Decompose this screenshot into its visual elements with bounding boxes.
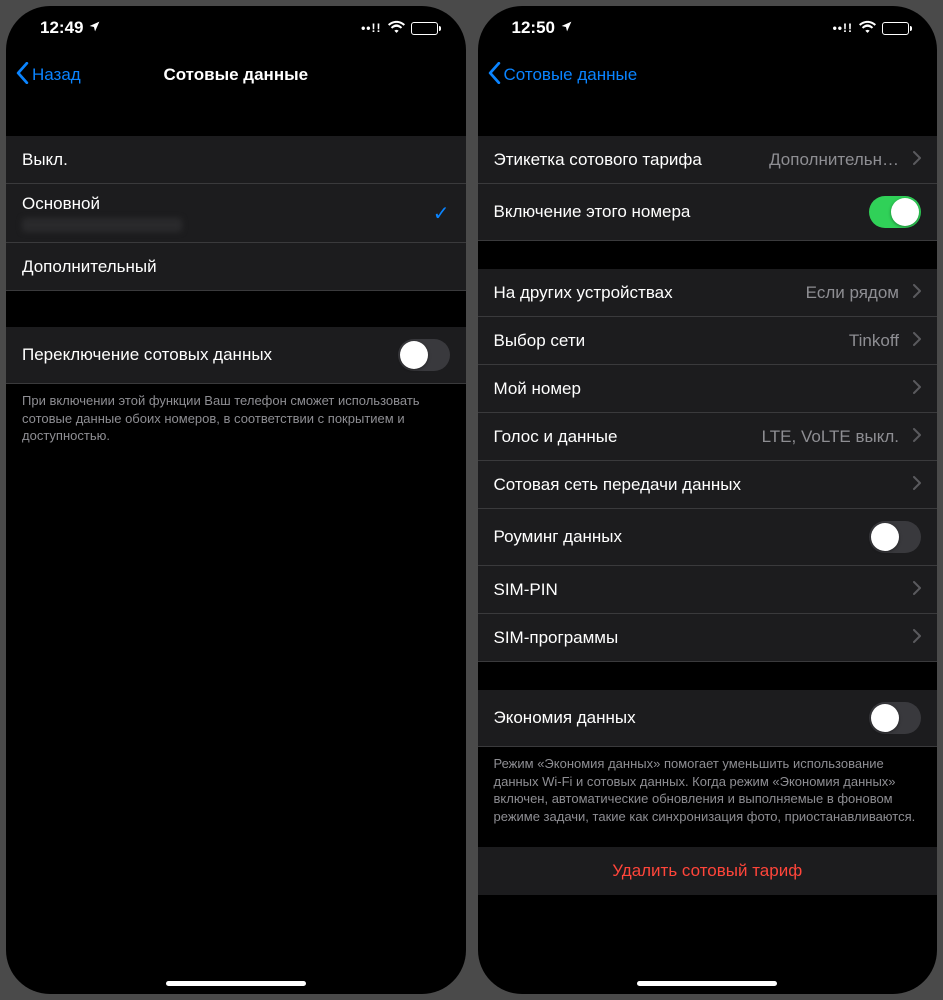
enable-number-toggle[interactable] (869, 196, 921, 228)
back-label: Сотовые данные (504, 65, 638, 85)
battery-icon (882, 22, 909, 35)
home-indicator[interactable] (637, 981, 777, 986)
back-button[interactable]: Назад (16, 62, 81, 89)
option-label: Дополнительный (22, 257, 157, 277)
chevron-right-icon (913, 580, 921, 600)
chevron-right-icon (913, 475, 921, 495)
chevron-left-icon (488, 62, 501, 89)
low-data-row[interactable]: Экономия данных (478, 690, 938, 747)
checkmark-icon: ✓ (433, 201, 450, 226)
back-button[interactable]: Сотовые данные (488, 62, 638, 89)
chevron-right-icon (913, 427, 921, 447)
battery-icon (411, 22, 438, 35)
chevron-right-icon (913, 379, 921, 399)
row-label: Включение этого номера (494, 202, 691, 222)
row-label: SIM-программы (494, 628, 619, 648)
sim-pin-row[interactable]: SIM-PIN (478, 566, 938, 614)
row-label: SIM-PIN (494, 580, 558, 600)
dual-sim-icon: ••!! (833, 21, 853, 35)
footer-text: Режим «Экономия данных» помогает уменьши… (478, 747, 938, 825)
chevron-right-icon (913, 331, 921, 351)
option-label: Выкл. (22, 150, 68, 170)
option-off[interactable]: Выкл. (6, 136, 466, 184)
option-primary[interactable]: Основной ✓ (6, 184, 466, 243)
row-label: Экономия данных (494, 708, 636, 728)
row-label: Мой номер (494, 379, 581, 399)
phone-right: 12:50 ••!! Сотовые данные Этикетка сотов… (478, 6, 938, 994)
status-bar: 12:49 ••!! (6, 6, 466, 50)
cellular-switching-toggle[interactable] (398, 339, 450, 371)
chevron-right-icon (913, 628, 921, 648)
status-bar: 12:50 ••!! (478, 6, 938, 50)
row-value: Tinkoff (849, 331, 905, 351)
cellular-network-row[interactable]: Сотовая сеть передачи данных (478, 461, 938, 509)
option-label: Основной (22, 194, 433, 214)
plan-label-row[interactable]: Этикетка сотового тарифа Дополнительн… (478, 136, 938, 184)
footer-text: При включении этой функции Ваш телефон с… (6, 384, 466, 445)
my-number-row[interactable]: Мой номер (478, 365, 938, 413)
chevron-right-icon (913, 150, 921, 170)
voice-data-row[interactable]: Голос и данные LTE, VoLTE выкл. (478, 413, 938, 461)
sim-apps-row[interactable]: SIM-программы (478, 614, 938, 662)
home-indicator[interactable] (166, 981, 306, 986)
network-row[interactable]: Выбор сети Tinkoff (478, 317, 938, 365)
cellular-switching-row[interactable]: Переключение сотовых данных (6, 327, 466, 384)
chevron-right-icon (913, 283, 921, 303)
row-label: Голос и данные (494, 427, 618, 447)
nav-bar: Назад Сотовые данные (6, 50, 466, 100)
row-label: Роуминг данных (494, 527, 623, 547)
option-sublabel-blurred (22, 218, 182, 232)
chevron-left-icon (16, 62, 29, 89)
status-time: 12:49 (40, 18, 83, 38)
location-icon (88, 18, 101, 38)
status-time: 12:50 (512, 18, 555, 38)
roaming-toggle[interactable] (869, 521, 921, 553)
other-devices-row[interactable]: На других устройствах Если рядом (478, 269, 938, 317)
wifi-icon (859, 18, 876, 38)
row-label: На других устройствах (494, 283, 673, 303)
row-label: Этикетка сотового тарифа (494, 150, 702, 170)
location-icon (560, 18, 573, 38)
row-value: LTE, VoLTE выкл. (762, 427, 905, 447)
back-label: Назад (32, 65, 81, 85)
delete-plan-button[interactable]: Удалить сотовый тариф (478, 847, 938, 895)
row-label: Выбор сети (494, 331, 586, 351)
nav-bar: Сотовые данные (478, 50, 938, 100)
option-secondary[interactable]: Дополнительный (6, 243, 466, 291)
row-label: Переключение сотовых данных (22, 345, 272, 365)
row-value: Дополнительн… (769, 150, 905, 170)
row-value: Если рядом (806, 283, 905, 303)
dual-sim-icon: ••!! (361, 21, 381, 35)
enable-number-row[interactable]: Включение этого номера (478, 184, 938, 241)
roaming-row[interactable]: Роуминг данных (478, 509, 938, 566)
phone-left: 12:49 ••!! Назад Сотовые данные Выкл. (6, 6, 466, 994)
row-label: Сотовая сеть передачи данных (494, 475, 742, 495)
delete-label: Удалить сотовый тариф (494, 861, 922, 881)
low-data-toggle[interactable] (869, 702, 921, 734)
wifi-icon (388, 18, 405, 38)
